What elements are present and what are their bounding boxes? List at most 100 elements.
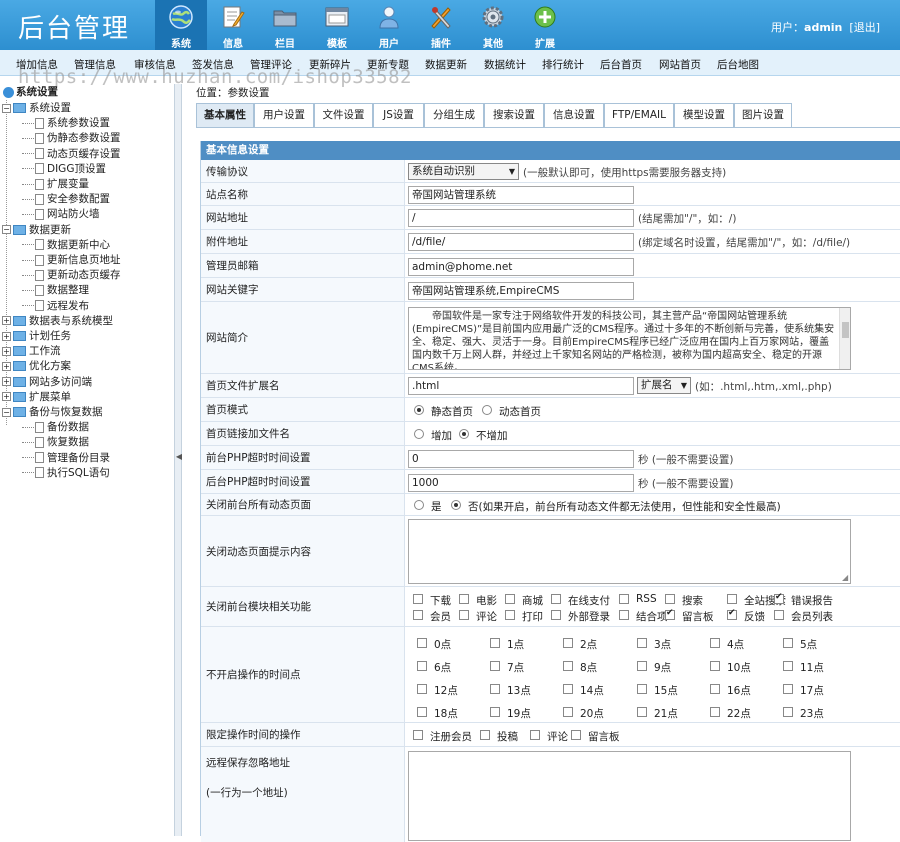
expand-icon[interactable]: +: [2, 392, 11, 402]
sidebar-group[interactable]: + 扩展菜单: [2, 390, 71, 404]
expand-icon[interactable]: +: [2, 361, 11, 371]
sidebar-item[interactable]: 动态页缓存设置: [22, 147, 121, 161]
ext-input[interactable]: .html: [408, 377, 634, 395]
checkbox[interactable]: [619, 610, 629, 620]
sidebar-item[interactable]: 远程发布: [22, 299, 89, 313]
close-tip-textarea[interactable]: [408, 519, 851, 584]
expand-icon[interactable]: +: [2, 346, 11, 356]
quick-menu-item[interactable]: 增加信息: [16, 57, 58, 72]
sidebar-item[interactable]: 更新信息页地址: [22, 253, 121, 267]
radio-button[interactable]: [482, 405, 492, 415]
checkbox[interactable]: [563, 707, 573, 717]
checkbox[interactable]: [774, 592, 784, 604]
collapse-icon[interactable]: −: [2, 103, 11, 113]
sidebar-group[interactable]: − 数据更新: [2, 223, 71, 237]
checkbox[interactable]: [417, 661, 427, 671]
checkbox[interactable]: [783, 684, 793, 694]
checkbox[interactable]: [459, 610, 469, 620]
radio-button[interactable]: [451, 500, 461, 510]
checkbox[interactable]: [551, 594, 561, 604]
collapse-icon[interactable]: −: [2, 407, 11, 417]
intro-textarea[interactable]: 帝国软件是一家专注于网络软件开发的科技公司，其主营产品“帝国网站管理系统(Emp…: [408, 307, 851, 370]
tab-settings[interactable]: JS设置: [373, 103, 424, 127]
tab-settings[interactable]: FTP/EMAIL: [604, 103, 674, 127]
nav-tools[interactable]: 插件: [415, 0, 467, 50]
sidebar-group[interactable]: − 系统设置: [2, 101, 71, 115]
checkbox[interactable]: [417, 684, 427, 694]
collapse-icon[interactable]: −: [2, 225, 11, 235]
scrollbar-thumb[interactable]: [842, 322, 849, 338]
checkbox[interactable]: [505, 594, 515, 604]
sidebar-item[interactable]: 伪静态参数设置: [22, 131, 121, 145]
checkbox[interactable]: [505, 610, 515, 620]
tab-settings[interactable]: 分组生成: [424, 103, 484, 127]
email-input[interactable]: admin@phome.net: [408, 258, 634, 276]
quick-menu-item[interactable]: 网站首页: [659, 57, 701, 72]
expand-icon[interactable]: +: [2, 316, 11, 326]
sidebar-item[interactable]: 数据整理: [22, 283, 89, 297]
sidebar-item[interactable]: 管理备份目录: [22, 451, 110, 465]
sidebar-splitter[interactable]: ◀: [174, 84, 182, 836]
checkbox[interactable]: [710, 684, 720, 694]
tab-settings[interactable]: 用户设置: [254, 103, 314, 127]
quick-menu-item[interactable]: 更新碎片: [309, 57, 351, 72]
checkbox[interactable]: [665, 608, 675, 620]
tab-settings[interactable]: 搜索设置: [484, 103, 544, 127]
sidebar-item[interactable]: 数据更新中心: [22, 238, 110, 252]
quick-menu-item[interactable]: 后台地图: [717, 57, 759, 72]
quick-menu-item[interactable]: 排行统计: [542, 57, 584, 72]
checkbox[interactable]: [413, 594, 423, 604]
resize-handle-icon[interactable]: ◢: [842, 574, 848, 582]
tab-settings[interactable]: 信息设置: [544, 103, 604, 127]
logout-link[interactable]: [退出]: [849, 21, 880, 34]
checkbox[interactable]: [619, 594, 629, 604]
checkbox[interactable]: [490, 638, 500, 648]
sidebar-item[interactable]: 扩展变量: [22, 177, 89, 191]
checkbox[interactable]: [571, 730, 581, 740]
expand-icon[interactable]: +: [2, 331, 11, 341]
checkbox[interactable]: [727, 594, 737, 604]
checkbox[interactable]: [783, 638, 793, 648]
expand-icon[interactable]: +: [2, 377, 11, 387]
nav-user[interactable]: 用户: [363, 0, 415, 50]
checkbox[interactable]: [417, 707, 427, 717]
quick-menu-item[interactable]: 签发信息: [192, 57, 234, 72]
tab-settings[interactable]: 图片设置: [734, 103, 792, 127]
checkbox[interactable]: [490, 684, 500, 694]
nav-folder[interactable]: 栏目: [259, 0, 311, 50]
checkbox[interactable]: [459, 594, 469, 604]
front-timeout-input[interactable]: 0: [408, 450, 634, 468]
sidebar-item[interactable]: 执行SQL语句: [22, 466, 110, 480]
sidebar-item[interactable]: 系统参数设置: [22, 116, 110, 130]
nav-globe[interactable]: 系统: [155, 0, 207, 50]
checkbox[interactable]: [783, 661, 793, 671]
sidebar-item[interactable]: DIGG顶设置: [22, 162, 106, 176]
checkbox[interactable]: [563, 661, 573, 671]
back-timeout-input[interactable]: 1000: [408, 474, 634, 492]
sidebar-group[interactable]: + 网站多访问端: [2, 375, 92, 389]
quick-menu-item[interactable]: 管理评论: [250, 57, 292, 72]
checkbox[interactable]: [490, 661, 500, 671]
checkbox[interactable]: [710, 707, 720, 717]
nav-window[interactable]: 模板: [311, 0, 363, 50]
checkbox[interactable]: [783, 707, 793, 717]
checkbox[interactable]: [480, 730, 490, 740]
checkbox[interactable]: [413, 610, 423, 620]
sidebar-group[interactable]: − 备份与恢复数据: [2, 405, 103, 419]
sidebar-group[interactable]: + 计划任务: [2, 329, 71, 343]
sidebar-item[interactable]: 更新动态页缓存: [22, 268, 121, 282]
checkbox[interactable]: [490, 707, 500, 717]
checkbox[interactable]: [710, 661, 720, 671]
radio-button[interactable]: [414, 429, 424, 439]
checkbox[interactable]: [563, 684, 573, 694]
nav-gear[interactable]: 其他: [467, 0, 519, 50]
radio-button[interactable]: [414, 500, 424, 510]
nav-notepad[interactable]: 信息: [207, 0, 259, 50]
sidebar-item[interactable]: 备份数据: [22, 420, 89, 434]
quick-menu-item[interactable]: 数据更新: [425, 57, 467, 72]
sidebar-group[interactable]: + 数据表与系统模型: [2, 314, 113, 328]
quick-menu-item[interactable]: 后台首页: [600, 57, 642, 72]
checkbox[interactable]: [637, 684, 647, 694]
checkbox[interactable]: [637, 707, 647, 717]
sidebar-group[interactable]: + 工作流: [2, 344, 61, 358]
